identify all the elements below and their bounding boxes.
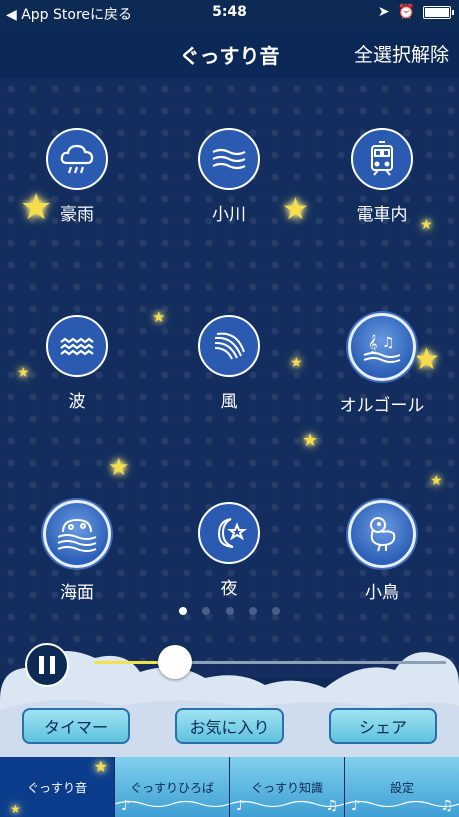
music-note-icon: ♪: [121, 798, 130, 814]
sound-label: 小川: [212, 205, 246, 225]
page-dot: [225, 607, 234, 615]
star-icon: ★: [108, 453, 130, 481]
status-icons: ➤ ⏰: [377, 4, 454, 20]
stream-waves-icon[interactable]: [198, 128, 260, 190]
sound-item-stream[interactable]: 小川: [154, 128, 304, 225]
pause-bar-right: [50, 656, 55, 674]
tab-label: 設定: [389, 780, 414, 795]
sound-label: 電車内: [356, 205, 408, 225]
pause-bar-left: [39, 656, 44, 674]
sound-item-waves[interactable]: 波: [2, 315, 152, 412]
wave-icon[interactable]: [46, 315, 108, 377]
sound-item-heavy-rain[interactable]: 豪雨: [2, 128, 152, 225]
battery-icon: [423, 5, 454, 19]
page-dot: [202, 607, 211, 615]
tab-label: ぐっすりひろば: [129, 780, 214, 795]
tab-label: ぐっすり知識: [250, 780, 323, 795]
rain-cloud-icon[interactable]: [46, 128, 108, 190]
tab-label: ぐっすり音: [26, 780, 87, 795]
sound-item-train[interactable]: 電車内: [307, 128, 457, 225]
sound-item-sea-surface[interactable]: 海面: [2, 500, 152, 603]
music-box-icon[interactable]: 𝄞 ♫: [348, 313, 416, 381]
page-dot-active: [179, 607, 188, 615]
sea-surface-icon[interactable]: [43, 500, 111, 568]
sound-label: 波: [68, 392, 86, 412]
tab-settings[interactable]: 設定 ♪ ♫: [344, 757, 459, 817]
sound-item-small-bird[interactable]: 小鳥: [307, 500, 457, 603]
svg-text:♫: ♫: [382, 335, 395, 351]
sound-label: オルゴール: [339, 396, 425, 416]
sound-item-music-box[interactable]: 𝄞 ♫ オルゴール: [307, 313, 457, 416]
music-note-icon: ♫: [325, 798, 338, 814]
sound-label: 夜: [220, 579, 238, 599]
sound-label: 豪雨: [60, 205, 94, 225]
page-dot: [248, 607, 257, 615]
sound-label: 風: [220, 392, 238, 412]
star-icon: ★: [93, 757, 108, 776]
moon-star-icon[interactable]: [198, 502, 260, 564]
timer-button[interactable]: タイマー: [22, 708, 130, 744]
train-icon[interactable]: [351, 128, 413, 190]
svg-text:𝄞: 𝄞: [368, 334, 377, 354]
star-icon: ★: [302, 430, 319, 451]
tab-gussuri-sound[interactable]: ぐっすり音 ★ ★: [0, 757, 114, 817]
sound-item-night[interactable]: 夜: [154, 502, 304, 599]
pause-button[interactable]: [25, 643, 69, 687]
music-note-icon: ♫: [440, 798, 453, 814]
star-icon: ★: [430, 473, 443, 489]
tab-bar: ぐっすり音 ★ ★ ぐっすりひろば ♪ ぐっすり知識 ♪ ♫ 設定 ♪ ♫: [0, 757, 459, 817]
star-icon: ★: [10, 802, 21, 816]
navigation-bar: ぐっすり音 全選択解除: [0, 26, 459, 78]
wave-decoration-icon: [115, 800, 229, 808]
share-button[interactable]: シェア: [329, 708, 437, 744]
location-icon: ➤: [377, 4, 390, 20]
page-dot: [271, 607, 280, 615]
wind-icon[interactable]: [198, 315, 260, 377]
music-note-icon: ♪: [351, 798, 360, 814]
deselect-all-button[interactable]: 全選択解除: [354, 40, 449, 67]
sound-item-wind[interactable]: 風: [154, 315, 304, 412]
music-note-icon: ♪: [236, 798, 245, 814]
page-indicator: [0, 600, 459, 619]
tab-gussuri-plaza[interactable]: ぐっすりひろば ♪: [114, 757, 229, 817]
volume-slider-track[interactable]: [94, 661, 446, 664]
favorite-button[interactable]: お気に入り: [175, 708, 284, 744]
bird-icon[interactable]: [348, 500, 416, 568]
volume-slider-thumb[interactable]: [157, 645, 192, 679]
status-bar: ◀ App Storeに戻る 5:48 ➤ ⏰: [0, 0, 459, 26]
tab-gussuri-knowledge[interactable]: ぐっすり知識 ♪ ♫: [229, 757, 344, 817]
alarm-icon: ⏰: [397, 4, 415, 20]
